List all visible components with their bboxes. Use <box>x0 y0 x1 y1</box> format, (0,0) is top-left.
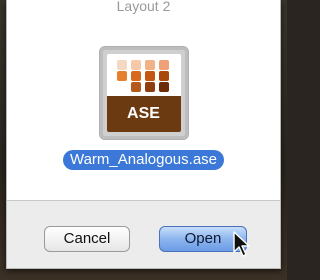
color-swatch <box>144 60 155 70</box>
color-swatch <box>144 71 155 81</box>
color-swatch <box>130 82 141 92</box>
color-swatch <box>116 60 127 70</box>
screen: Layout 2 ASE Warm_Analogous.ase Cancel O… <box>0 0 287 280</box>
color-swatch <box>130 71 141 81</box>
ase-badge: ASE <box>106 96 181 132</box>
file-icon-page: ASE <box>106 54 181 132</box>
file-item[interactable]: ASE Warm_Analogous.ase <box>7 46 280 170</box>
color-swatch <box>116 82 127 92</box>
color-swatch <box>158 60 169 70</box>
file-browser-area[interactable]: ASE Warm_Analogous.ase <box>7 24 280 200</box>
color-swatch <box>158 82 169 92</box>
color-swatches <box>116 60 173 92</box>
color-swatch <box>116 71 127 81</box>
ase-file-icon[interactable]: ASE <box>98 46 189 140</box>
dialog-title-text: Layout 2 <box>116 0 171 14</box>
color-swatch <box>144 82 155 92</box>
mouse-pointer-icon <box>233 231 250 257</box>
open-file-dialog: Layout 2 ASE Warm_Analogous.ase Cancel O… <box>6 0 281 269</box>
file-name-label[interactable]: Warm_Analogous.ase <box>62 150 225 170</box>
color-swatch <box>130 60 141 70</box>
color-swatch <box>158 71 169 81</box>
dialog-title: Layout 2 <box>7 0 280 24</box>
cancel-button[interactable]: Cancel <box>44 226 130 252</box>
